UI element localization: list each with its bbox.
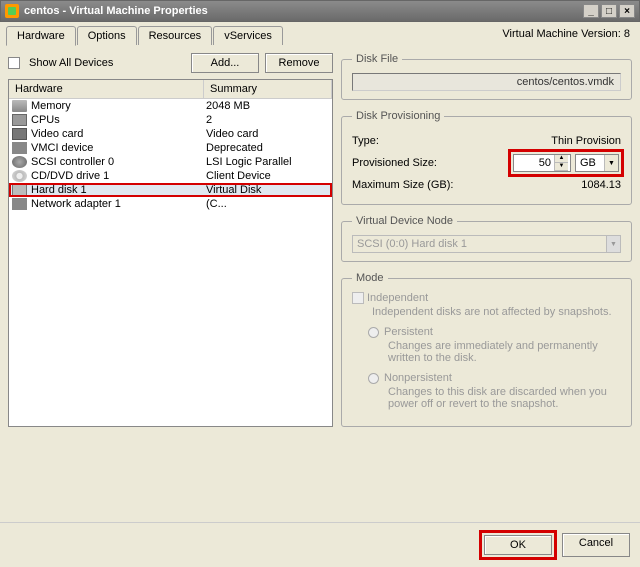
- add-button[interactable]: Add...: [191, 53, 259, 73]
- spin-down-icon[interactable]: ▼: [555, 163, 568, 171]
- hardware-list: Hardware Summary Memory2048 MB CPUs2 Vid…: [8, 79, 333, 427]
- window-title: centos - Virtual Machine Properties: [24, 5, 581, 17]
- nonpersistent-label: Nonpersistent: [384, 372, 452, 384]
- close-button[interactable]: ×: [619, 4, 635, 18]
- tab-vservices[interactable]: vServices: [213, 26, 283, 45]
- memory-icon: [12, 100, 27, 112]
- tab-resources[interactable]: Resources: [138, 26, 213, 45]
- list-item[interactable]: CPUs2: [9, 113, 332, 127]
- persistent-label: Persistent: [384, 326, 433, 338]
- independent-label: Independent: [367, 292, 428, 304]
- mode-group: Mode Independent Independent disks are n…: [341, 272, 632, 427]
- disk-file-group: Disk File centos/centos.vmdk: [341, 53, 632, 100]
- tab-bar: Hardware Options Resources vServices Vir…: [0, 22, 640, 45]
- prov-size-label: Provisioned Size:: [352, 157, 511, 169]
- network-icon: [12, 198, 27, 210]
- col-hardware[interactable]: Hardware: [9, 80, 204, 98]
- spin-up-icon[interactable]: ▲: [555, 155, 568, 163]
- unit-combo[interactable]: GB ▼: [575, 154, 619, 172]
- list-item[interactable]: VMCI deviceDeprecated: [9, 141, 332, 155]
- cancel-button[interactable]: Cancel: [562, 533, 630, 557]
- list-item[interactable]: Memory2048 MB: [9, 99, 332, 113]
- max-size-label: Maximum Size (GB):: [352, 179, 581, 191]
- cpu-icon: [12, 114, 27, 126]
- size-spinner[interactable]: ▲▼: [513, 154, 571, 172]
- mode-legend: Mode: [352, 272, 388, 284]
- persistent-radio: [368, 327, 379, 338]
- disk-provisioning-group: Disk Provisioning Type:Thin Provision Pr…: [341, 110, 632, 205]
- cd-icon: [12, 170, 27, 182]
- type-label: Type:: [352, 135, 551, 147]
- list-item-selected[interactable]: Hard disk 1Virtual Disk: [9, 183, 332, 197]
- vmci-icon: [12, 142, 27, 154]
- col-summary[interactable]: Summary: [204, 80, 332, 98]
- tab-hardware[interactable]: Hardware: [6, 26, 76, 46]
- list-item[interactable]: Network adapter 1(C...: [9, 197, 332, 211]
- type-value: Thin Provision: [551, 135, 621, 147]
- disk-provisioning-legend: Disk Provisioning: [352, 110, 444, 122]
- vnode-combo: SCSI (0:0) Hard disk 1 ▼: [352, 235, 621, 253]
- app-icon: [5, 4, 19, 18]
- show-all-checkbox[interactable]: [8, 57, 20, 69]
- persistent-desc: Changes are immediately and permanently …: [388, 340, 621, 364]
- disk-file-legend: Disk File: [352, 53, 402, 65]
- harddisk-icon: [12, 184, 27, 196]
- list-item[interactable]: SCSI controller 0LSI Logic Parallel: [9, 155, 332, 169]
- independent-desc: Independent disks are not affected by sn…: [372, 306, 621, 318]
- bottom-bar: OK Cancel: [0, 522, 640, 567]
- independent-checkbox: [352, 292, 364, 304]
- disk-file-field: centos/centos.vmdk: [352, 73, 621, 91]
- list-item[interactable]: CD/DVD drive 1Client Device: [9, 169, 332, 183]
- remove-button[interactable]: Remove: [265, 53, 333, 73]
- virtual-device-node-group: Virtual Device Node SCSI (0:0) Hard disk…: [341, 215, 632, 262]
- vnode-legend: Virtual Device Node: [352, 215, 457, 227]
- maximize-button[interactable]: □: [601, 4, 617, 18]
- minimize-button[interactable]: _: [583, 4, 599, 18]
- vm-version-label: Virtual Machine Version: 8: [502, 28, 630, 40]
- size-highlight: ▲▼ GB ▼: [511, 152, 621, 174]
- show-all-label: Show All Devices: [29, 57, 113, 69]
- nonpersistent-radio: [368, 373, 379, 384]
- titlebar: centos - Virtual Machine Properties _ □ …: [0, 0, 640, 22]
- chevron-down-icon[interactable]: ▼: [604, 155, 618, 171]
- size-input[interactable]: [514, 155, 554, 171]
- ok-highlight: OK: [482, 533, 554, 557]
- list-item[interactable]: Video cardVideo card: [9, 127, 332, 141]
- chevron-down-icon: ▼: [606, 236, 620, 252]
- scsi-icon: [12, 156, 27, 168]
- nonpersistent-desc: Changes to this disk are discarded when …: [388, 386, 621, 410]
- ok-button[interactable]: OK: [484, 535, 552, 555]
- video-icon: [12, 128, 27, 140]
- max-size-value: 1084.13: [581, 179, 621, 191]
- tab-options[interactable]: Options: [77, 26, 137, 45]
